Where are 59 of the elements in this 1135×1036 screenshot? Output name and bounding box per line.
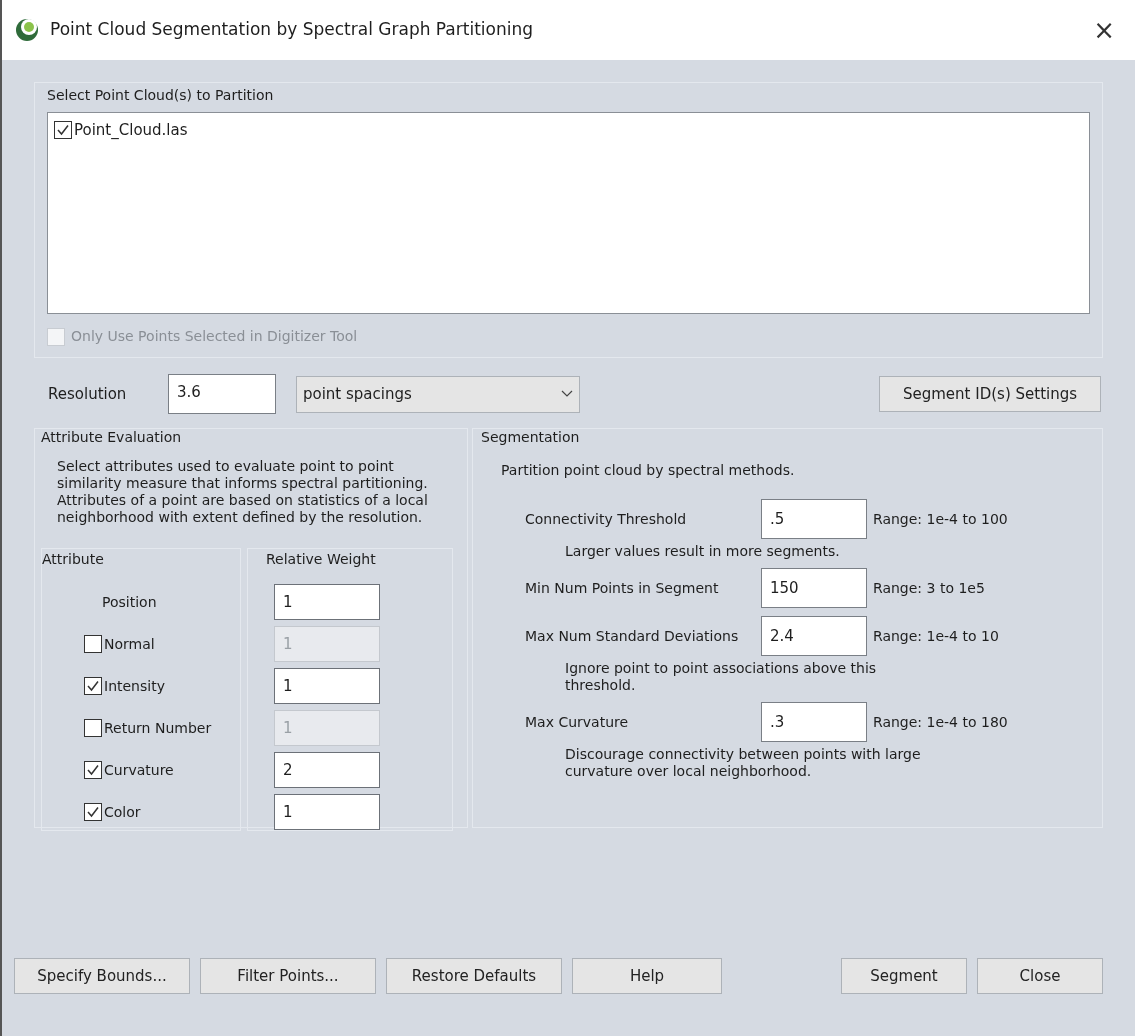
checkbox[interactable] [84, 761, 102, 779]
column-header: Relative Weight [266, 550, 377, 569]
window-title: Point Cloud Segmentation by Spectral Graph Partitioning [50, 18, 533, 42]
checkbox[interactable] [84, 677, 102, 695]
weight-field[interactable]: 1 [274, 794, 380, 830]
attribute-label: Normal [104, 634, 155, 654]
point-cloud-list[interactable]: Point_Cloud.las [47, 112, 1090, 314]
attribute-label: Color [104, 802, 141, 822]
dialog-button[interactable]: Specify Bounds... [14, 958, 190, 994]
checkmark-icon [56, 123, 70, 138]
weight-field[interactable]: 2 [274, 752, 380, 788]
checkbox[interactable] [84, 719, 102, 737]
checkmark-icon [86, 763, 100, 777]
dialog-button[interactable]: Help [572, 958, 722, 994]
range-label: Range: 1e-4 to 100 [873, 509, 1008, 529]
list-item[interactable]: Point_Cloud.las [74, 119, 188, 142]
range-label: Range: 1e-4 to 180 [873, 712, 1008, 732]
column-header: Attribute [42, 550, 105, 569]
parameter-label: Min Num Points in Segment [524, 578, 720, 598]
parameter-label: Max Curvature [524, 712, 630, 732]
parameter-field[interactable]: .3 [761, 702, 867, 742]
checkmark-icon [86, 805, 100, 819]
parameter-label: Connectivity Threshold [524, 509, 688, 529]
weight-field[interactable]: 1 [274, 584, 380, 620]
parameter-label: Max Num Standard Deviations [524, 626, 740, 646]
dialog-button[interactable]: Restore Defaults [386, 958, 562, 994]
app-logo-icon [14, 17, 40, 43]
dialog-button[interactable]: Close [977, 958, 1103, 994]
section-title: Segmentation [481, 428, 581, 447]
range-label: Range: 1e-4 to 10 [873, 626, 999, 646]
group-label: Select Point Cloud(s) to Partition [47, 86, 275, 105]
units-dropdown[interactable]: point spacings [296, 375, 580, 413]
dialog-button[interactable]: Segment ID(s) Settings [879, 376, 1101, 412]
checkbox-label: Only Use Points Selected in Digitizer Tool [71, 327, 358, 346]
parameter-note: Discourage connectivity between points with large curvature over local neighborhood. [564, 746, 922, 780]
close-button[interactable]: × [1085, 17, 1123, 43]
attribute-label: Curvature [104, 760, 174, 780]
range-label: Range: 3 to 1e5 [873, 578, 985, 598]
weight-field[interactable]: 1 [274, 668, 380, 704]
parameter-note: Larger values result in more segments. [564, 543, 841, 560]
attribute-label: Return Number [104, 718, 212, 738]
chevron-down-icon [561, 390, 573, 398]
attribute-label: Position [101, 592, 157, 612]
attribute-label: Intensity [104, 676, 165, 696]
dialog-button[interactable]: Segment [841, 958, 967, 994]
parameter-note: Ignore point to point associations above this threshold. [564, 660, 878, 694]
parameter-field[interactable]: .5 [761, 499, 867, 539]
parameter-field[interactable]: 2.4 [761, 616, 867, 656]
section-title: Attribute Evaluation [41, 428, 183, 447]
resolution-field[interactable]: 3.6 [168, 374, 276, 414]
section-description: Partition point cloud by spectral methods. [500, 461, 796, 480]
checkmark-icon [86, 679, 100, 693]
resolution-label: Resolution [48, 383, 128, 405]
checkbox[interactable] [84, 635, 102, 653]
parameter-field[interactable]: 150 [761, 568, 867, 608]
section-description: Select attributes used to evaluate point to point similarity measure that informs spectral partitioning. Attributes of a point are based on statistics of a local neighborhood with extent defined by the resolution. [56, 458, 429, 526]
dialog-button[interactable]: Filter Points... [200, 958, 376, 994]
checkbox[interactable] [84, 803, 102, 821]
checkbox[interactable] [54, 121, 72, 140]
